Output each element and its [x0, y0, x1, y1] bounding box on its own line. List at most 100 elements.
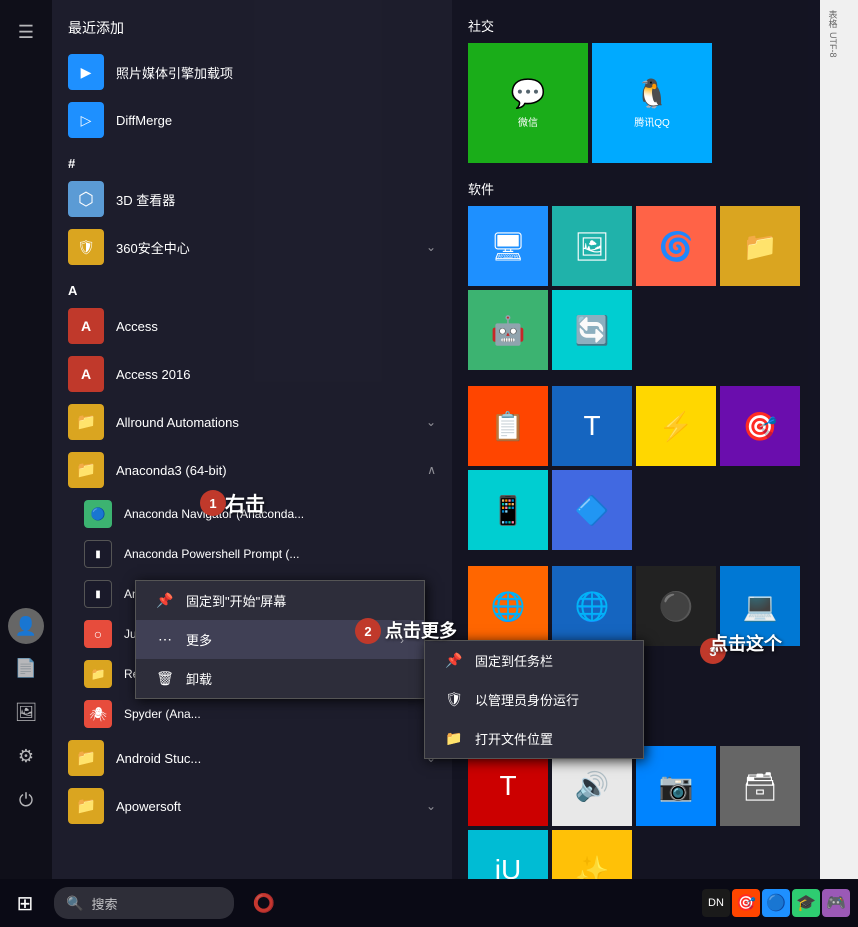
tile-r4-6[interactable]: ✨ [552, 830, 632, 880]
context-uninstall[interactable]: 🗑 卸载 [136, 659, 424, 698]
hamburger-menu-icon[interactable]: ☰ [6, 12, 46, 52]
taskbar-dn-icon[interactable]: DN [702, 889, 730, 917]
submenu-run-admin[interactable]: 🛡 以管理员身份运行 [425, 680, 643, 719]
app-item-diffmerge[interactable]: ▷ DiffMerge [52, 96, 452, 144]
right-panel-label2: UTF-8 [828, 32, 838, 58]
uninstall-icon: 🗑 [156, 670, 174, 687]
chevron-anaconda: ∧ [427, 463, 436, 477]
tile-r4-5[interactable]: iU [468, 830, 548, 880]
taskbar-center-icons: ⭕ [242, 879, 286, 927]
tile-r4-icon-5: iU [495, 854, 521, 880]
run-admin-icon: 🛡 [445, 691, 463, 708]
start-button[interactable]: ⊞ [0, 879, 50, 927]
pictures-icon[interactable]: 🖼 [6, 692, 46, 732]
app-item-allround[interactable]: 📁 Allround Automations ⌄ [52, 398, 452, 446]
taskbar-game-icon[interactable]: 🎮 [822, 889, 850, 917]
submenu-open-location-label: 打开文件位置 [475, 729, 553, 748]
tile-r4-icon-6: ✨ [575, 854, 610, 881]
context-pin-start[interactable]: 📌 固定到"开始"屏幕 [136, 581, 424, 620]
app-item-access[interactable]: A Access [52, 302, 452, 350]
taskbar-right: DN 🎯 🔵 🎓 🎮 [702, 889, 858, 917]
power-icon[interactable]: ⏻ [6, 780, 46, 820]
tile-qq[interactable]: 🐧 腾讯QQ [592, 43, 712, 163]
more-icon: ⋯ [156, 631, 174, 648]
taskbar-search-box[interactable]: 🔍 搜索 [54, 887, 234, 919]
app-name-access2016: Access 2016 [116, 367, 436, 382]
app-item-anaconda-ps[interactable]: ▮ Anaconda Powershell Prompt (... [52, 534, 452, 574]
app-icon-spyder: 🕷 [84, 700, 112, 728]
chevron-apowersoft: ⌄ [426, 799, 436, 813]
left-sidebar: ☰ 👤 📄 🖼 ⚙ ⏻ [0, 0, 52, 880]
app-icon-3dviewer: ⬡ [68, 181, 104, 217]
taskbar-cortana-icon[interactable]: ⭕ [242, 879, 286, 927]
user-avatar[interactable]: 👤 [8, 608, 44, 644]
app-item-anaconda[interactable]: 📁 Anaconda3 (64-bit) ∧ [52, 446, 452, 494]
app-item-android[interactable]: 📁 Android Stuc... ⌄ [52, 734, 452, 782]
submenu-pin-taskbar[interactable]: 📌 固定到任务栏 [425, 641, 643, 680]
app-icon-anaconda-prompt: ▮ [84, 580, 112, 608]
submenu-run-admin-label: 以管理员身份运行 [475, 690, 579, 709]
app-icon-allround: 📁 [68, 404, 104, 440]
tile-r3-2[interactable]: 🌐 [552, 566, 632, 646]
app-name-android: Android Stuc... [116, 751, 414, 766]
context-menu: 📌 固定到"开始"屏幕 ⋯ 更多 › 🗑 卸载 [135, 580, 425, 699]
app-item-360[interactable]: 🛡 360安全中心 ⌄ [52, 223, 452, 271]
section-hash: # [52, 144, 452, 175]
tile-r3-1[interactable]: 🌐 [468, 566, 548, 646]
wechat-icon: 💬 [511, 77, 546, 110]
start-menu: ☰ 👤 📄 🖼 ⚙ ⏻ 最近添加 ▶ 照片媒体引擎加载项 [0, 0, 820, 880]
app-item-spyder[interactable]: 🕷 Spyder (Ana... [52, 694, 452, 734]
taskbar-blue-icon[interactable]: 🔵 [762, 889, 790, 917]
qq-label: 腾讯QQ [634, 114, 670, 129]
tile-android-t[interactable]: 🤖 [468, 290, 548, 370]
app-item-media[interactable]: ▶ 照片媒体引擎加载项 [52, 48, 452, 96]
section-a: A [52, 271, 452, 302]
app-item-access2016[interactable]: A Access 2016 [52, 350, 452, 398]
documents-icon[interactable]: 📄 [6, 648, 46, 688]
tile-r4-4[interactable]: 🗃 [720, 746, 800, 826]
tile-r2-2[interactable]: T [552, 386, 632, 466]
app-name-diffmerge: DiffMerge [116, 113, 436, 128]
tile-circle[interactable]: 🔄 [552, 290, 632, 370]
settings-icon[interactable]: ⚙ [6, 736, 46, 776]
tile-pyc[interactable]: 🖥 [468, 206, 548, 286]
submenu: 📌 固定到任务栏 🛡 以管理员身份运行 📁 打开文件位置 [424, 640, 644, 759]
tile-wechat[interactable]: 💬 微信 [468, 43, 588, 163]
tile-r3-3[interactable]: ⚫ [636, 566, 716, 646]
app-name-anaconda-ps: Anaconda Powershell Prompt (... [124, 547, 436, 561]
app-item-apowersoft[interactable]: 📁 Apowersoft ⌄ [52, 782, 452, 830]
tile-r2-icon-3: ⚡ [659, 410, 694, 443]
tile-img[interactable]: 🖼 [552, 206, 632, 286]
annotation-label-1: 右击 [225, 488, 265, 517]
tile-folder1[interactable]: 📁 [720, 206, 800, 286]
app-item-3dviewer[interactable]: ⬡ 3D 查看器 [52, 175, 452, 223]
app-name-3dviewer: 3D 查看器 [116, 190, 436, 209]
tile-r4-3[interactable]: 📷 [636, 746, 716, 826]
tile-icon-1: 🖥 [490, 230, 526, 263]
tile-r2-6[interactable]: 🔷 [552, 470, 632, 550]
context-more-label: 更多 [186, 630, 212, 649]
tile-r2-4[interactable]: 🎯 [720, 386, 800, 466]
tile-twist[interactable]: 🌀 [636, 206, 716, 286]
tile-r2-5[interactable]: 📱 [468, 470, 548, 550]
chevron-360: ⌄ [426, 240, 436, 254]
tile-icon-5: 🤖 [491, 314, 526, 347]
tile-icon-4: 📁 [743, 230, 778, 263]
taskbar-target-icon[interactable]: 🎯 [732, 889, 760, 917]
pin-taskbar-icon: 📌 [445, 652, 463, 669]
taskbar-search-icon: 🔍 [66, 895, 83, 912]
tile-r4-icon-2: 🔊 [575, 770, 610, 803]
tile-r2-icon-4: 🎯 [743, 410, 778, 443]
app-icon-anaconda: 📁 [68, 452, 104, 488]
submenu-open-location[interactable]: 📁 打开文件位置 [425, 719, 643, 758]
app-icon-apowersoft: 📁 [68, 788, 104, 824]
tile-r3-icon-2: 🌐 [575, 590, 610, 623]
tile-icon-6: 🔄 [575, 314, 610, 347]
annotation-badge-1: 1 [200, 490, 226, 516]
tile-r2-1[interactable]: 📋 [468, 386, 548, 466]
context-more[interactable]: ⋯ 更多 › [136, 620, 424, 659]
tile-r2-3[interactable]: ⚡ [636, 386, 716, 466]
context-uninstall-label: 卸载 [186, 669, 212, 688]
taskbar-grad-icon[interactable]: 🎓 [792, 889, 820, 917]
pin-start-icon: 📌 [156, 592, 174, 609]
